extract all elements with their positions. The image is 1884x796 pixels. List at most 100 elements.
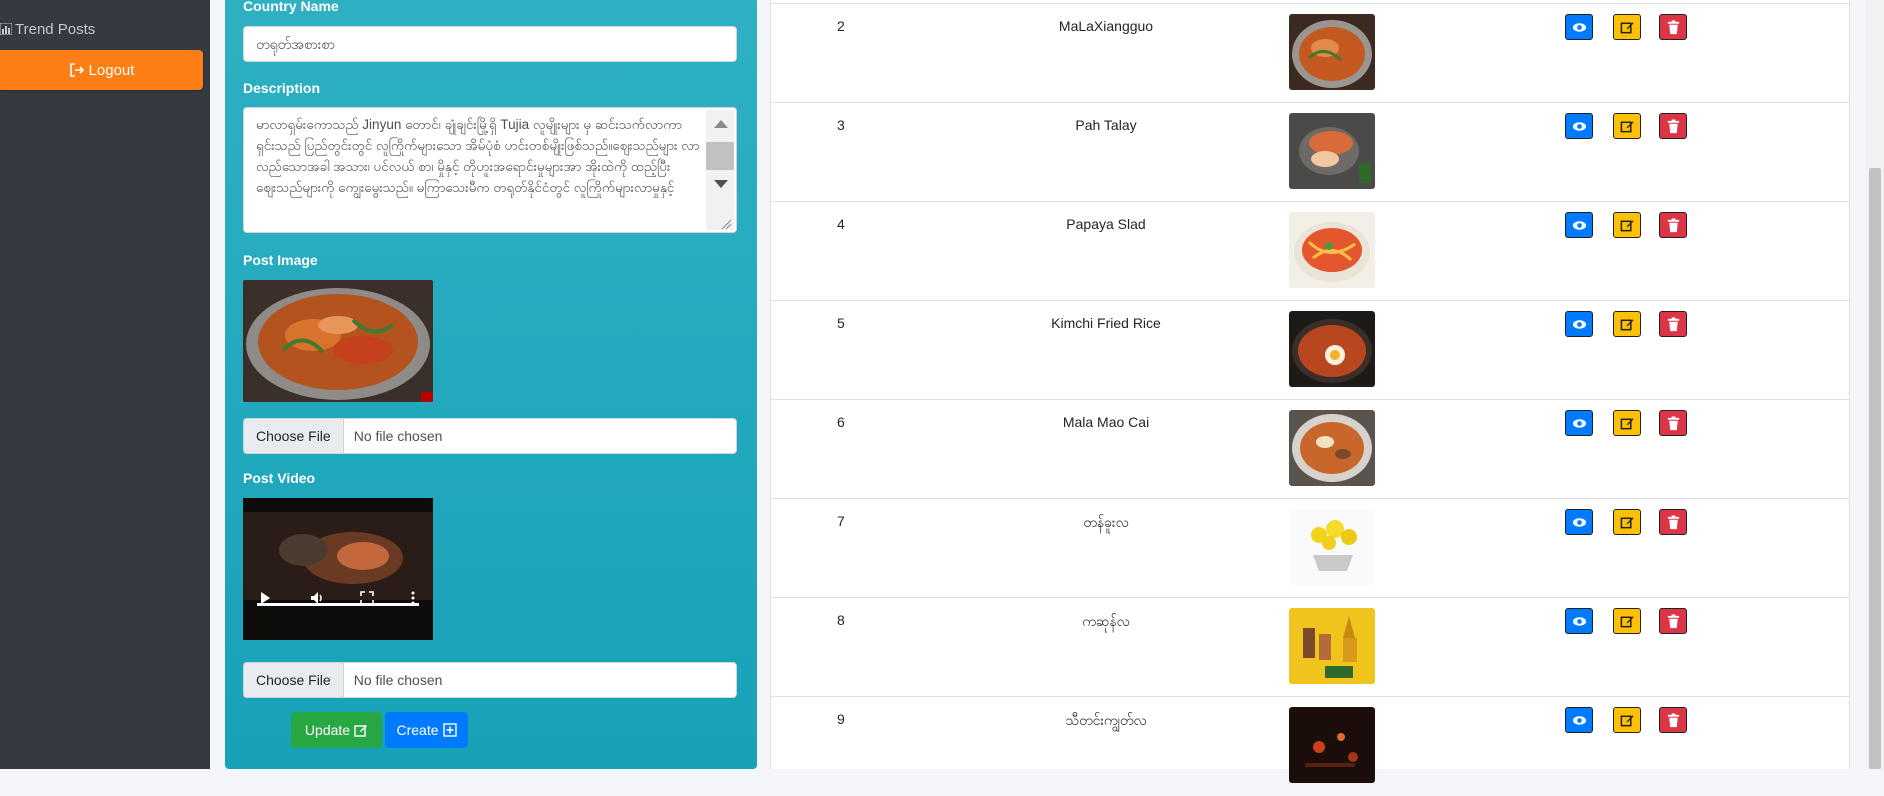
row-image: [1289, 14, 1375, 90]
edit-icon: [1620, 615, 1634, 627]
post-video-player[interactable]: [243, 498, 433, 640]
logout-label: Logout: [88, 61, 135, 79]
shrimp-dish-image: [1289, 14, 1375, 90]
sidebar: Trend Posts Logout: [0, 0, 210, 769]
eye-icon: [1572, 220, 1586, 230]
row-number: 7: [837, 513, 845, 529]
view-button[interactable]: [1565, 212, 1593, 238]
post-form-card: Country Name တရုတ်အစားစာ Description မာလ…: [225, 0, 757, 769]
row-name: သီတင်းကျွတ်လ: [1065, 712, 1147, 728]
view-button[interactable]: [1565, 410, 1593, 436]
edit-button[interactable]: [1613, 212, 1641, 238]
edit-icon: [354, 725, 368, 737]
edit-button[interactable]: [1613, 113, 1641, 139]
view-button[interactable]: [1565, 311, 1593, 337]
delete-button[interactable]: [1659, 311, 1687, 337]
table-row: 6 Mala Mao Cai: [771, 399, 1849, 499]
row-number: 4: [837, 216, 845, 232]
view-button[interactable]: [1565, 509, 1593, 535]
logout-button[interactable]: Logout: [0, 50, 203, 90]
edit-icon: [1620, 21, 1634, 33]
shrimp-dish-image: [243, 280, 433, 402]
update-button[interactable]: Update: [291, 712, 382, 748]
video-progress-bar[interactable]: [257, 603, 419, 606]
edit-icon: [1620, 714, 1634, 726]
description-textarea[interactable]: မာလာရှမ်းကောသည် Jinyun တောင်၊ ချုံချင်းမ…: [243, 107, 737, 233]
row-image: [1289, 212, 1375, 288]
edit-button[interactable]: [1613, 509, 1641, 535]
row-number: 5: [837, 315, 845, 331]
edit-button[interactable]: [1613, 14, 1641, 40]
seafood-dish-image: [1289, 113, 1375, 189]
delete-button[interactable]: [1659, 212, 1687, 238]
scroll-up-icon[interactable]: [714, 120, 728, 128]
country-name-input[interactable]: တရုတ်အစားစာ: [243, 26, 737, 62]
view-button[interactable]: [1565, 608, 1593, 634]
edit-button[interactable]: [1613, 410, 1641, 436]
row-number: 8: [837, 612, 845, 628]
scroll-down-icon[interactable]: [714, 180, 728, 188]
row-name: Papaya Slad: [1066, 216, 1146, 232]
trash-icon: [1667, 613, 1679, 628]
eye-icon: [1572, 22, 1586, 32]
trash-icon: [1667, 415, 1679, 430]
row-number: 9: [837, 711, 845, 727]
papaya-salad-image: [1289, 212, 1375, 288]
row-image: [1289, 707, 1375, 783]
row-image: [1289, 311, 1375, 387]
delete-button[interactable]: [1659, 707, 1687, 733]
edit-icon: [1620, 516, 1634, 528]
row-name: MaLaXiangguo: [1058, 18, 1154, 34]
eye-icon: [1572, 616, 1586, 626]
view-button[interactable]: [1565, 707, 1593, 733]
choose-image-button[interactable]: Choose File: [244, 419, 344, 453]
delete-button[interactable]: [1659, 509, 1687, 535]
row-image: [1289, 608, 1375, 684]
table-row: 5 Kimchi Fried Rice: [771, 300, 1849, 400]
row-number: 2: [837, 18, 845, 34]
video-file-input[interactable]: Choose File No file chosen: [243, 662, 737, 698]
description-text: မာလာရှမ်းကောသည် Jinyun တောင်၊ ချုံချင်းမ…: [256, 117, 700, 195]
trash-icon: [1667, 19, 1679, 34]
plus-square-icon: [442, 723, 457, 737]
trash-icon: [1667, 118, 1679, 133]
view-button[interactable]: [1565, 14, 1593, 40]
edit-button[interactable]: [1613, 311, 1641, 337]
trash-icon: [1667, 316, 1679, 331]
view-button[interactable]: [1565, 113, 1593, 139]
row-image: [1289, 113, 1375, 189]
post-image-label: Post Image: [243, 252, 318, 268]
edit-button[interactable]: [1613, 707, 1641, 733]
eye-icon: [1572, 517, 1586, 527]
trash-icon: [1667, 217, 1679, 232]
row-number: 3: [837, 117, 845, 133]
video-controls: [243, 586, 433, 610]
scrollbar-thumb[interactable]: [706, 142, 734, 170]
create-button[interactable]: Create: [385, 712, 468, 748]
page-scrollbar[interactable]: [1866, 0, 1884, 769]
delete-button[interactable]: [1659, 608, 1687, 634]
sidebar-item-label: Trend Posts: [15, 20, 96, 38]
edit-icon: [1620, 219, 1634, 231]
page-scrollbar-thumb[interactable]: [1869, 168, 1881, 769]
post-video-label: Post Video: [243, 470, 316, 486]
image-file-input[interactable]: Choose File No file chosen: [243, 418, 737, 454]
delete-button[interactable]: [1659, 113, 1687, 139]
trash-icon: [1667, 514, 1679, 529]
resize-grip-icon[interactable]: [720, 218, 732, 230]
textarea-scrollbar[interactable]: [706, 110, 734, 230]
table-row: 4 Papaya Slad: [771, 201, 1849, 301]
flower-bowl-image: [1289, 509, 1375, 585]
video-frame: [243, 498, 433, 640]
table-row: 9 သီတင်းကျွတ်လ: [771, 696, 1849, 796]
delete-button[interactable]: [1659, 410, 1687, 436]
video-file-status: No file chosen: [353, 672, 443, 688]
row-name: Mala Mao Cai: [1062, 414, 1150, 430]
country-name-label: Country Name: [243, 0, 339, 14]
delete-button[interactable]: [1659, 14, 1687, 40]
table-row: 8 ကဆုန်လ: [771, 597, 1849, 697]
eye-icon: [1572, 715, 1586, 725]
choose-video-button[interactable]: Choose File: [244, 663, 344, 697]
sidebar-item-trend-posts[interactable]: Trend Posts: [0, 18, 200, 40]
edit-button[interactable]: [1613, 608, 1641, 634]
